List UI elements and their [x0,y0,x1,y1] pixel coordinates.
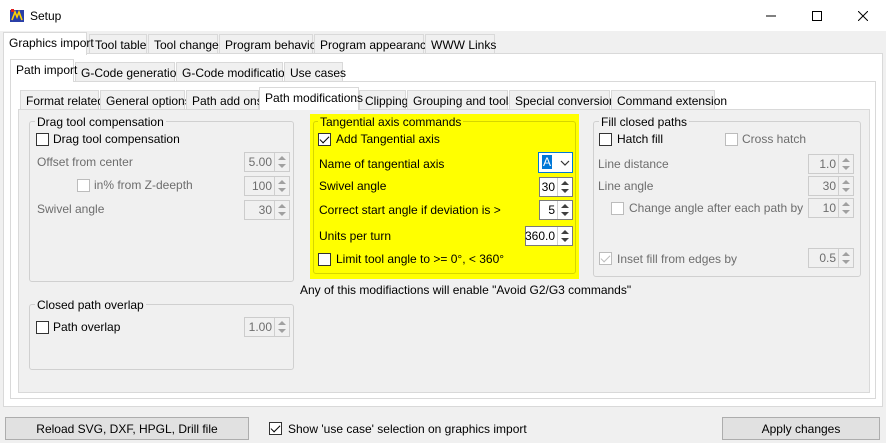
tab-clipping[interactable]: Clipping [359,90,408,110]
inset-fill-value: 0.5 [819,251,836,265]
overlap-spin-arrows[interactable] [274,318,289,336]
tab-command-extension[interactable]: Command extension [611,90,727,110]
line-angle-label: Line angle [598,179,654,193]
inset-fill-checkbox[interactable] [599,252,612,265]
tangential-swivel-value: 30 [541,180,555,194]
tab-path-add-ons[interactable]: Path add ons [186,90,263,110]
line-angle-value: 30 [822,179,836,193]
show-use-case-checkbox[interactable] [269,422,282,435]
window-title: Setup [30,9,62,23]
tab-graphics-import[interactable]: Graphics import [3,32,94,55]
tab-path-import[interactable]: Path import [10,59,77,82]
offset-label: Offset from center [37,155,133,169]
add-tangential-label: Add Tangential axis [336,132,440,146]
units-per-turn-spin-arrows[interactable] [557,227,572,245]
close-icon [858,10,868,21]
path-overlap-label: Path overlap [53,320,121,334]
tab-use-cases[interactable]: Use cases [284,62,346,82]
line-distance-spin-arrows[interactable] [838,155,853,173]
change-angle-value: 10 [822,201,836,215]
change-angle-stepper[interactable]: 10 [808,198,854,218]
hatch-fill-label: Hatch fill [617,132,664,146]
minimize-button[interactable] [748,0,794,31]
change-angle-spin-arrows[interactable] [838,199,853,217]
offset-stepper[interactable]: 5.00 [244,152,290,172]
tab-tool-table[interactable]: Tool table [89,34,147,54]
app-icon [10,9,24,22]
title-bar: Setup [0,0,886,31]
correct-angle-stepper[interactable]: 5 [539,200,573,220]
overlap-group: Closed path overlap [29,298,294,370]
tangential-swivel-stepper[interactable]: 30 [539,177,573,197]
drag-tool-group-title: Drag tool compensation [35,115,166,129]
inset-fill-stepper[interactable]: 0.5 [808,248,854,268]
correct-angle-value: 5 [548,203,555,217]
tangential-name-select[interactable]: A [538,152,573,173]
tab-special-conversion[interactable]: Special conversion [509,90,616,110]
overlap-stepper[interactable]: 1.00 [244,317,290,337]
drag-tool-checkbox[interactable] [36,133,49,146]
overlap-value: 1.00 [248,320,272,334]
limit-angle-label: Limit tool angle to >= 0°, < 360° [336,252,505,266]
percent-spin-arrows[interactable] [274,177,289,195]
overlap-group-title: Closed path overlap [35,298,146,312]
cross-hatch-label: Cross hatch [742,132,807,146]
tangential-name-label: Name of tangential axis [319,157,445,171]
drag-swivel-spin-arrows[interactable] [274,201,289,219]
inset-fill-spin-arrows[interactable] [838,249,853,267]
correct-angle-spin-arrows[interactable] [557,201,572,219]
tab-www-links[interactable]: WWW Links [425,34,496,54]
path-overlap-checkbox[interactable] [36,321,49,334]
fill-group-title: Fill closed paths [599,115,690,129]
tangential-group-title: Tangential axis commands [318,115,464,129]
hatch-fill-checkbox[interactable] [599,133,612,146]
line-angle-stepper[interactable]: 30 [808,176,854,196]
tangential-swivel-spin-arrows[interactable] [557,178,572,196]
minimize-icon [766,15,776,16]
avoid-g2g3-note: Any of this modifiactions will enable "A… [300,283,632,297]
offset-spin-arrows[interactable] [274,153,289,171]
close-button[interactable] [840,0,886,31]
drag-swivel-stepper[interactable]: 30 [244,200,290,220]
drag-swivel-label: Swivel angle [37,202,105,216]
drag-tool-label: Drag tool compensation [53,132,180,146]
percent-stepper[interactable]: 100 [244,176,290,196]
cross-hatch-checkbox[interactable] [725,133,738,146]
tab-path-modifications[interactable]: Path modifications [259,87,363,110]
tab-tool-change[interactable]: Tool change [148,34,219,54]
tab-grouping-and-tools[interactable]: Grouping and tools [407,90,514,110]
tangential-swivel-label: Swivel angle [319,179,387,193]
tab-program-behavior[interactable]: Program behavior [219,34,320,54]
tangential-name-value: A [542,155,553,169]
line-distance-stepper[interactable]: 1.0 [808,154,854,174]
units-per-turn-stepper[interactable]: 360.0 [525,226,573,246]
tab-format-related[interactable]: Format related [20,90,104,110]
line-angle-spin-arrows[interactable] [838,177,853,195]
percent-value: 100 [251,179,272,193]
line-distance-value: 1.0 [819,157,836,171]
chevron-down-icon[interactable] [560,159,570,167]
percent-checkbox[interactable] [77,179,90,192]
drag-swivel-value: 30 [258,203,272,217]
tab-gcode-generation[interactable]: G-Code generation [75,62,183,82]
correct-angle-label: Correct start angle if deviation is > [319,203,501,217]
tab-general-options[interactable]: General options [100,90,191,110]
limit-angle-checkbox[interactable] [318,253,331,266]
units-per-turn-value: 360.0 [524,229,555,243]
line-distance-label: Line distance [598,157,669,171]
reload-file-button[interactable]: Reload SVG, DXF, HPGL, Drill file [5,417,249,440]
units-per-turn-label: Units per turn [319,229,392,243]
offset-value: 5.00 [248,155,272,169]
inset-fill-label: Inset fill from edges by [617,252,738,266]
show-use-case-label: Show 'use case' selection on graphics im… [288,422,527,436]
apply-changes-button[interactable]: Apply changes [722,417,880,440]
add-tangential-checkbox[interactable] [318,133,331,146]
maximize-icon [812,10,822,21]
tab-gcode-modification[interactable]: G-Code modification [176,62,291,82]
percent-label: in% from Z-deepth [94,178,193,192]
tab-program-appearance[interactable]: Program appearance [314,34,433,54]
change-angle-checkbox[interactable] [611,202,624,215]
change-angle-label: Change angle after each path by [629,201,804,215]
maximize-button[interactable] [794,0,840,31]
